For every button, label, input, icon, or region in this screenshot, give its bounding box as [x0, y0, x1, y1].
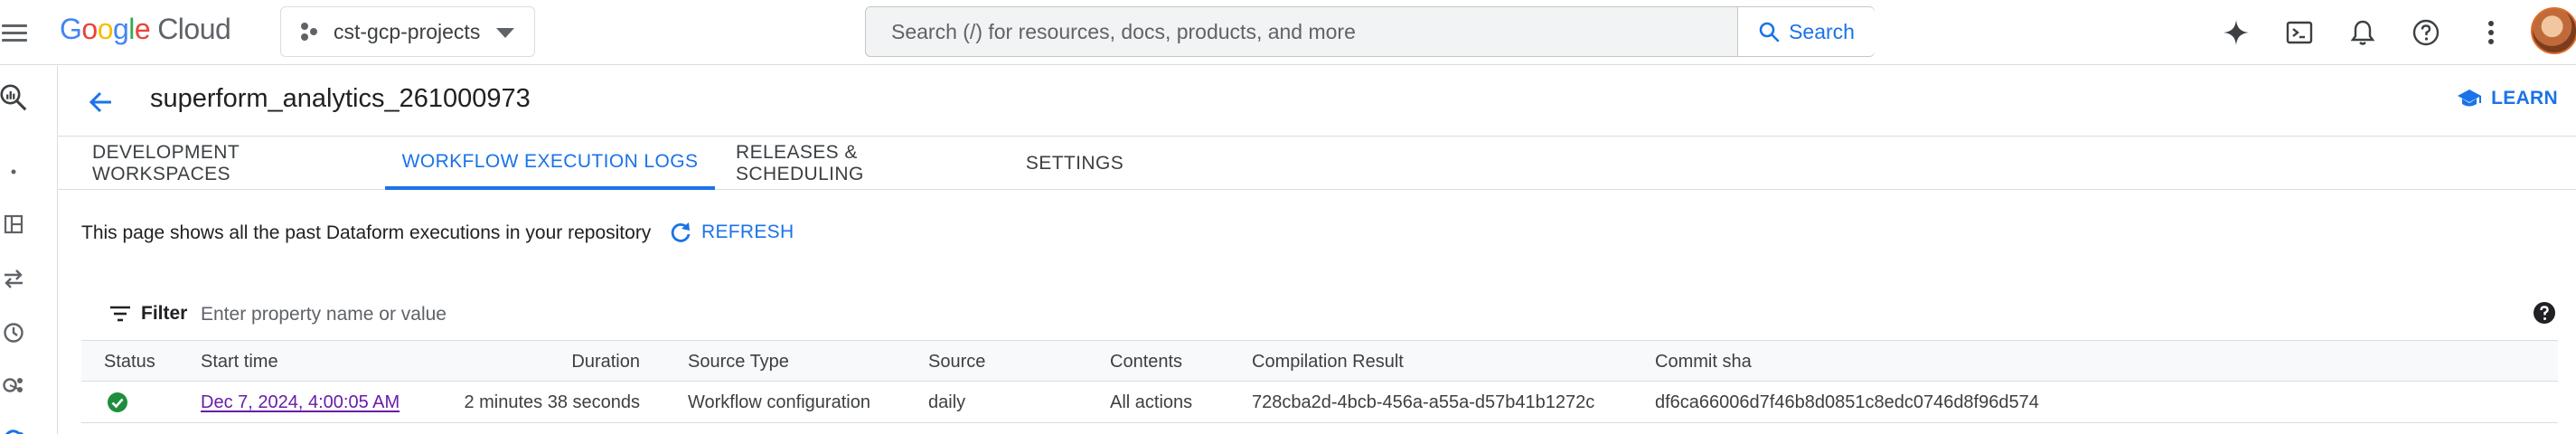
gemini-sparkle-icon[interactable]: [2216, 13, 2256, 52]
cloud-shell-icon[interactable]: [2280, 13, 2319, 52]
source-cell: daily: [928, 392, 966, 412]
column-header-contents[interactable]: Contents: [1110, 341, 1182, 382]
tab-label: WORKFLOW EXECUTION LOGS: [401, 151, 699, 172]
project-name: cst-gcp-projects: [334, 19, 481, 43]
column-header-source[interactable]: Source: [928, 341, 985, 382]
school-icon: [2458, 90, 2482, 107]
project-icon: [301, 23, 317, 41]
table-header-row: Status Start time Duration Source Type S…: [81, 340, 2558, 382]
duration-cell: 2 minutes 38 seconds: [464, 392, 640, 412]
page-description: This page shows all the past Dataform ex…: [81, 222, 652, 243]
chevron-down-icon: [496, 28, 514, 38]
account-avatar[interactable]: [2531, 7, 2576, 54]
column-header-source-type[interactable]: Source Type: [688, 341, 789, 382]
refresh-label: REFRESH: [701, 222, 794, 242]
tab-settings[interactable]: SETTINGS: [1016, 137, 1133, 190]
scheduled-queries-clock-icon[interactable]: [0, 319, 27, 346]
project-picker[interactable]: cst-gcp-projects: [280, 6, 535, 57]
dataform-workflow-icon[interactable]: [0, 420, 27, 434]
tab-label: SETTINGS: [1025, 153, 1124, 174]
learn-label: LEARN: [2491, 88, 2558, 108]
notifications-bell-icon[interactable]: [2343, 13, 2383, 52]
success-check-circle-icon: [108, 392, 127, 412]
dot-icon: [0, 158, 27, 185]
google-cloud-logo[interactable]: Google Cloud: [60, 13, 231, 49]
logo-cloud-text: Cloud: [157, 13, 231, 45]
help-icon[interactable]: [2531, 299, 2558, 326]
source-type-cell: Workflow configuration: [688, 392, 870, 412]
tab-development-workspaces[interactable]: DEVELOPMENT WORKSPACES: [92, 137, 363, 190]
search-button-label: Search: [1789, 19, 1855, 43]
search-button[interactable]: Search: [1737, 7, 1875, 56]
repository-tabs: DEVELOPMENT WORKSPACES WORKFLOW EXECUTIO…: [58, 137, 2576, 190]
refresh-button[interactable]: REFRESH: [669, 221, 794, 244]
start-time-link[interactable]: Dec 7, 2024, 4:00:05 AM: [201, 392, 400, 413]
bigquery-product-icon[interactable]: [0, 84, 27, 111]
dashboard-icon[interactable]: [0, 211, 27, 238]
tab-label: RELEASES & SCHEDULING: [736, 142, 864, 184]
learn-button[interactable]: LEARN: [2457, 88, 2558, 109]
refresh-icon: [671, 222, 691, 242]
page-header: superform_analytics_261000973 LEARN: [58, 66, 2576, 137]
status-cell: [107, 382, 128, 423]
start-time-cell: Dec 7, 2024, 4:00:05 AM: [201, 382, 400, 423]
page-title: superform_analytics_261000973: [150, 84, 531, 113]
help-circle-icon[interactable]: [2406, 13, 2446, 52]
filter-input[interactable]: [201, 299, 1014, 330]
main-menu-icon[interactable]: [2, 18, 31, 47]
table-row: Dec 7, 2024, 4:00:05 AM 2 minutes 38 sec…: [81, 382, 2558, 423]
column-header-commit-sha[interactable]: Commit sha: [1655, 341, 1752, 382]
compilation-result-cell: 728cba2d-4bcb-456a-a55a-d57b41b1272c: [1252, 392, 1595, 412]
contents-cell: All actions: [1110, 392, 1193, 412]
commit-sha-cell: df6ca66006d7f46b8d0851c8edc0746d8f96d574: [1655, 392, 2039, 412]
execution-logs-table: Status Start time Duration Source Type S…: [81, 340, 2558, 423]
filter-label: Filter: [141, 303, 188, 324]
column-header-status[interactable]: Status: [104, 341, 155, 382]
search-bar: Search: [865, 6, 1875, 57]
tab-workflow-execution-logs[interactable]: WORKFLOW EXECUTION LOGS: [385, 137, 715, 190]
search-input[interactable]: [866, 7, 1737, 56]
logo-google: Google: [60, 13, 151, 45]
search-icon: [1759, 22, 1780, 42]
column-header-start-time[interactable]: Start time: [201, 341, 278, 382]
back-button[interactable]: [83, 84, 119, 120]
top-bar: Google Cloud cst-gcp-projects Search: [0, 0, 2576, 65]
filter-bar: Filter: [81, 294, 2558, 337]
more-vert-icon[interactable]: [2471, 13, 2511, 52]
filter-list-icon: [110, 306, 130, 322]
arrow-back-icon: [89, 91, 111, 113]
column-header-compilation-result[interactable]: Compilation Result: [1252, 341, 1404, 382]
analytics-hub-icon[interactable]: [0, 372, 27, 399]
column-header-duration[interactable]: Duration: [470, 341, 640, 382]
tab-releases-scheduling[interactable]: RELEASES & SCHEDULING: [736, 137, 989, 190]
tab-label: DEVELOPMENT WORKSPACES: [92, 142, 240, 184]
product-side-rail: [0, 66, 58, 434]
data-transfer-icon[interactable]: [0, 265, 27, 292]
